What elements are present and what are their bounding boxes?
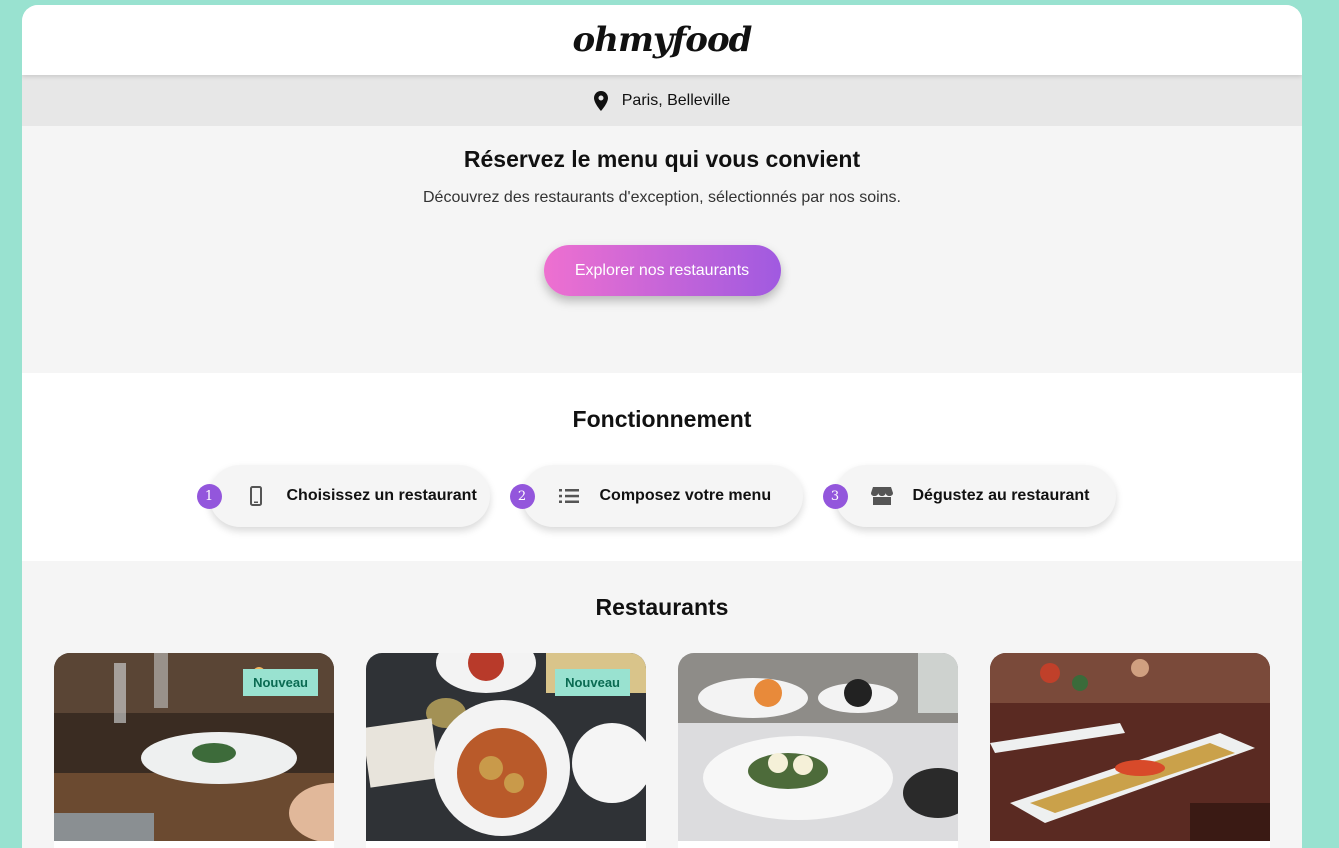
- step-number: 3: [822, 484, 848, 509]
- restaurant-photo: [990, 653, 1270, 841]
- restaurants-section: Restaurants Nouveau Nouveau: [22, 561, 1302, 848]
- restaurant-cards: Nouveau Nouveau: [22, 653, 1302, 848]
- mobile-phone-icon: [245, 486, 267, 506]
- page: ohmyfood Paris, Belleville Réservez le m…: [22, 5, 1302, 848]
- step-label: Dégustez au restaurant: [912, 487, 1090, 504]
- step-compose-menu[interactable]: 2 Composez votre menu: [509, 465, 803, 527]
- hero-subtitle: Découvrez des restaurants d'exception, s…: [423, 189, 901, 206]
- how-it-works-section: Fonctionnement 1 Choisissez un restauran…: [22, 373, 1302, 561]
- logo[interactable]: ohmyfood: [573, 20, 753, 60]
- hero-section: Réservez le menu qui vous convient Décou…: [22, 126, 1302, 373]
- hero-title: Réservez le menu qui vous convient: [463, 146, 861, 172]
- location-text: Paris, Belleville: [621, 91, 731, 109]
- restaurant-card[interactable]: Nouveau: [366, 653, 646, 848]
- explore-restaurants-button[interactable]: Explorer nos restaurants: [543, 245, 781, 296]
- step-label: Choisissez un restaurant: [286, 487, 477, 504]
- location-bar: Paris, Belleville: [22, 75, 1302, 126]
- step-choose-restaurant[interactable]: 1 Choisissez un restaurant: [196, 465, 490, 527]
- list-icon: [558, 486, 580, 506]
- restaurant-card[interactable]: [678, 653, 958, 848]
- map-pin-icon: [593, 90, 608, 111]
- step-enjoy-restaurant[interactable]: 3 Dégustez au restaurant: [822, 465, 1116, 527]
- step-label: Composez votre menu: [599, 487, 772, 504]
- restaurant-card[interactable]: Nouveau: [54, 653, 334, 848]
- new-badge: Nouveau: [555, 669, 630, 696]
- steps-list: 1 Choisissez un restaurant 2 Composez vo…: [22, 465, 1302, 527]
- new-badge: Nouveau: [243, 669, 318, 696]
- restaurant-card[interactable]: [990, 653, 1270, 848]
- step-number: 1: [196, 484, 222, 509]
- step-number: 2: [509, 484, 535, 509]
- restaurants-title: Restaurants: [595, 594, 729, 620]
- how-title: Fonctionnement: [572, 406, 752, 432]
- restaurant-photo: [678, 653, 958, 841]
- site-header: ohmyfood: [22, 5, 1302, 75]
- store-icon: [870, 486, 893, 506]
